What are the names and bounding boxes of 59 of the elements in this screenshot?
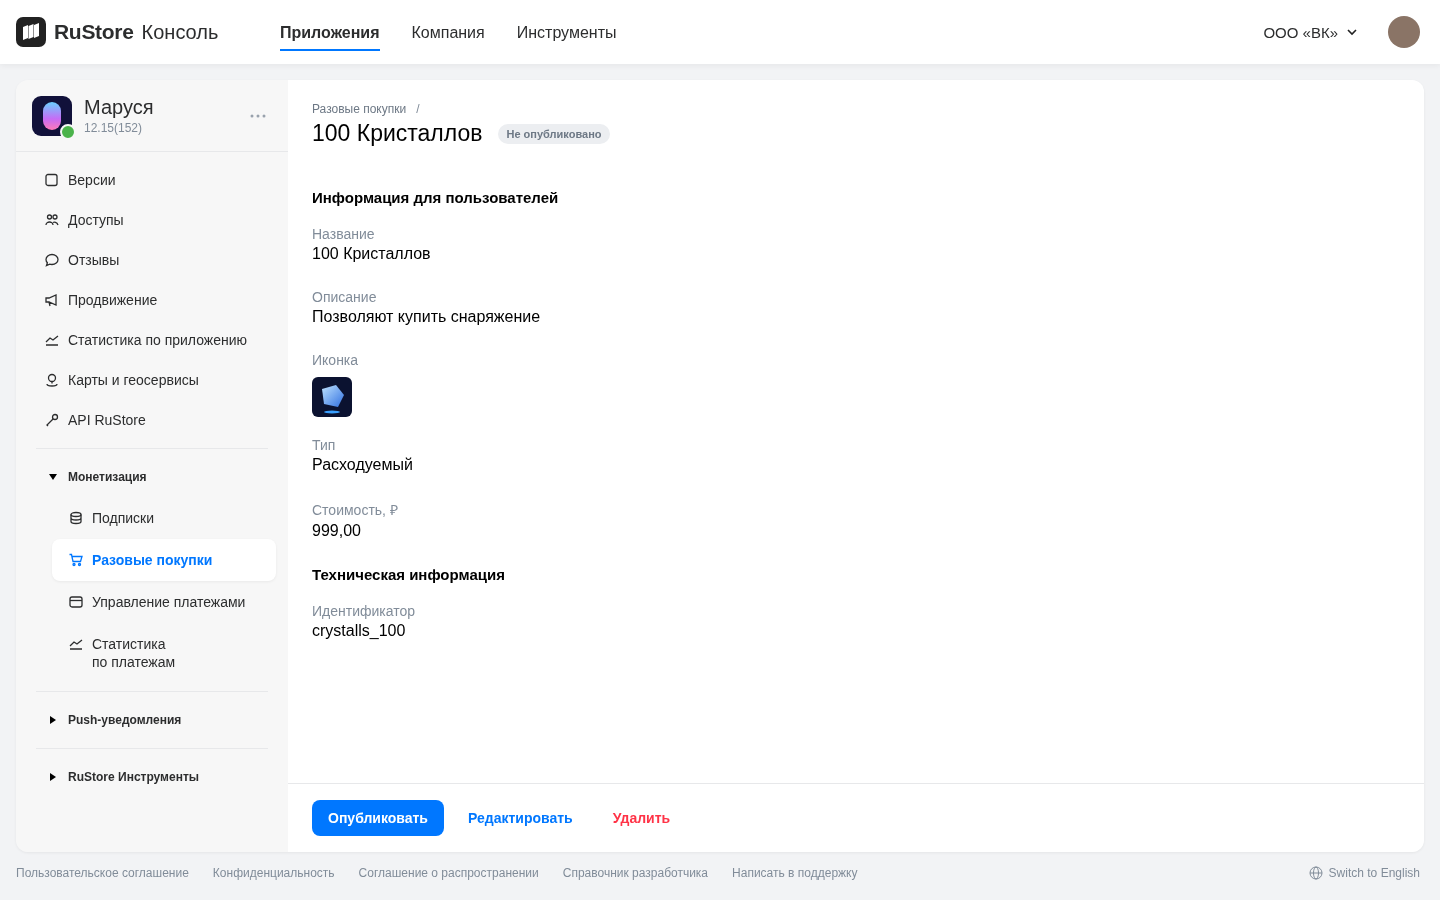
field-label: Тип	[312, 437, 337, 453]
section-toggle[interactable]: Push-уведомления	[16, 700, 214, 740]
triangle-right-icon	[48, 772, 58, 782]
app-name: Маруся	[84, 96, 155, 119]
field-label: Описание	[312, 289, 378, 305]
key-icon	[44, 412, 60, 428]
sidebar-item[interactable]: Разовые покупки	[52, 539, 276, 581]
app-version: 12.15(152)	[84, 121, 144, 135]
nav-tab[interactable]: Приложения	[280, 13, 380, 51]
field-value: 999,00	[312, 522, 362, 540]
section-toggle[interactable]: RuStore Инструменты	[16, 757, 232, 797]
chat-bubble-icon	[44, 252, 60, 268]
coins-stack-icon	[68, 510, 84, 526]
document-icon	[44, 172, 60, 188]
field-value: 100 Кристаллов	[312, 245, 432, 263]
megaphone-icon	[44, 292, 60, 308]
sidebar-item[interactable]: Управление платежами	[52, 581, 276, 623]
sidebar-item[interactable]: Отзывы	[16, 240, 288, 280]
sidebar-item[interactable]: Продвижение	[16, 280, 288, 320]
breadcrumb-separator: /	[416, 102, 420, 116]
sidebar-item[interactable]: Доступы	[16, 200, 288, 240]
field-value: crystalls_100	[312, 622, 407, 640]
globe-icon	[1308, 866, 1323, 880]
logo-text: RuStore	[54, 20, 134, 44]
page-title: 100 Кристаллов	[312, 120, 483, 147]
avatar[interactable]	[1388, 16, 1420, 48]
section-heading: Техническая информация	[312, 566, 506, 583]
delete-button[interactable]: Удалить	[596, 800, 687, 836]
chevron-down-icon	[1346, 26, 1358, 38]
sidebar-item[interactable]: Карты и геосервисы	[16, 360, 288, 400]
organization-dropdown[interactable]: ООО «ВК»	[1263, 23, 1358, 41]
field-label: Иконка	[312, 352, 360, 368]
triangle-right-icon	[48, 715, 58, 725]
breadcrumb-link[interactable]: Разовые покупки	[312, 102, 407, 116]
section-heading: Информация для пользователей	[312, 189, 560, 206]
publish-button[interactable]: Опубликовать	[312, 800, 444, 836]
logo-icon	[16, 17, 46, 47]
map-pin-icon	[44, 372, 60, 388]
sidebar-item[interactable]: Статистика по приложению	[16, 320, 288, 360]
sidebar-item[interactable]: API RuStore	[16, 400, 288, 440]
triangle-down-icon	[48, 472, 58, 482]
cart-icon	[68, 552, 84, 568]
sidebar-item[interactable]: Версии	[16, 160, 288, 200]
crystal-image	[312, 377, 352, 417]
field-label: Стоимость, ₽	[312, 501, 399, 519]
nav-tab[interactable]: Компания	[411, 13, 485, 51]
edit-button[interactable]: Редактировать	[452, 800, 589, 836]
people-icon	[44, 212, 60, 228]
section-toggle[interactable]: Монетизация	[16, 457, 179, 497]
status-badge: Не опубликовано	[498, 123, 610, 144]
logo-subtitle: Консоль	[141, 20, 219, 44]
sidebar-item[interactable]: Статистика по платежам	[52, 623, 276, 683]
card-icon	[68, 594, 84, 610]
field-label: Идентификатор	[312, 603, 417, 619]
field-value: Позволяют купить снаряжение	[312, 308, 542, 326]
field-value: Расходуемый	[312, 456, 414, 474]
sidebar-item[interactable]: Подписки	[52, 497, 276, 539]
nav-tab[interactable]: Инструменты	[516, 13, 617, 51]
field-label: Название	[312, 226, 376, 242]
